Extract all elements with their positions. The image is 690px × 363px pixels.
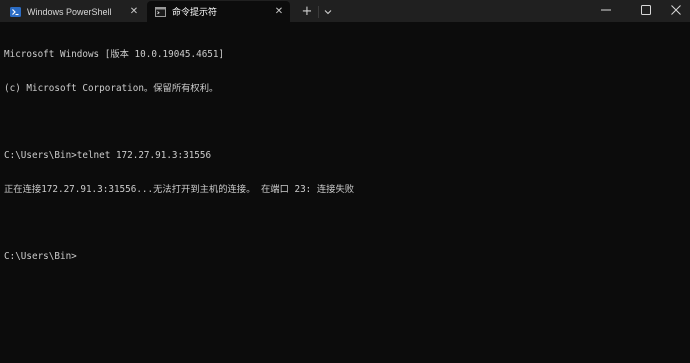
maximize-button[interactable]	[630, 0, 662, 20]
tab-bar: Windows PowerShell ✕ 命令提示符 ✕ +	[0, 0, 690, 22]
tab-command-prompt[interactable]: 命令提示符 ✕	[147, 1, 290, 22]
terminal-line: C:\Users\Bin>telnet 172.27.91.3:31556	[4, 150, 212, 162]
close-window-button[interactable]	[660, 0, 690, 20]
powershell-icon	[10, 6, 21, 17]
new-tab-button[interactable]: +	[296, 1, 318, 22]
terminal-line: 正在连接172.27.91.3:31556...无法打开到主机的连接。 在端口 …	[4, 183, 355, 195]
close-icon[interactable]: ✕	[272, 5, 286, 19]
maximize-icon	[641, 5, 651, 15]
terminal-prompt: C:\Users\Bin>	[4, 250, 77, 262]
cmd-icon	[155, 6, 166, 17]
minimize-button[interactable]	[590, 0, 622, 20]
terminal-line: Microsoft Windows [版本 10.0.19045.4651]	[4, 49, 225, 61]
tab-dropdown-button[interactable]	[319, 1, 337, 22]
minimize-icon	[601, 9, 611, 11]
chevron-down-icon	[324, 9, 332, 14]
terminal-output[interactable]: Microsoft Windows [版本 10.0.19045.4651] (…	[4, 27, 674, 357]
tab-windows-powershell[interactable]: Windows PowerShell ✕	[2, 1, 145, 22]
tab-title: 命令提示符	[172, 7, 218, 17]
close-icon	[671, 5, 681, 15]
terminal-line: (c) Microsoft Corporation。保留所有权利。	[4, 83, 219, 94]
terminal-window: Windows PowerShell ✕ 命令提示符 ✕ + Microsoft…	[0, 0, 690, 363]
plus-icon: +	[301, 4, 313, 19]
scrollbar[interactable]	[681, 24, 685, 354]
close-icon[interactable]: ✕	[127, 5, 141, 19]
tab-title: Windows PowerShell	[27, 6, 112, 17]
